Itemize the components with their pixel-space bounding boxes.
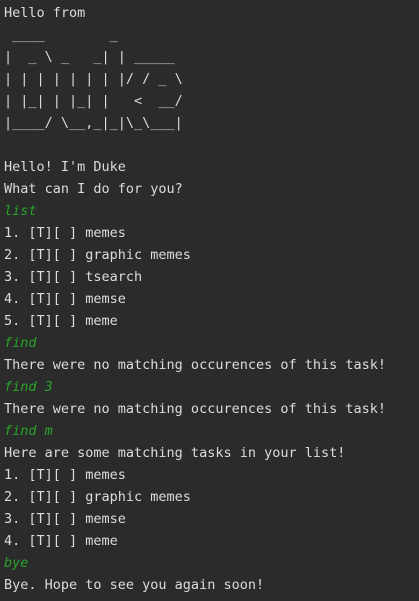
task-line: 1. [T][ ] memes bbox=[4, 467, 126, 483]
console-line: Hello from bbox=[4, 5, 86, 21]
ascii-art-line: | |_| | |_| | < __/ bbox=[4, 93, 183, 109]
user-command: find 3 bbox=[4, 379, 53, 395]
task-line: 1. [T][ ] memes bbox=[4, 225, 126, 241]
ascii-art-line: ____ _ bbox=[4, 27, 183, 43]
task-line: 3. [T][ ] memse bbox=[4, 511, 126, 527]
task-line: 4. [T][ ] memse bbox=[4, 291, 126, 307]
response-line: There were no matching occurences of thi… bbox=[4, 357, 387, 373]
console-output[interactable]: Hello from ____ _ | _ \ _ _| | _____ | |… bbox=[0, 0, 419, 601]
task-line: 4. [T][ ] meme bbox=[4, 533, 118, 549]
user-command: list bbox=[4, 203, 37, 219]
user-command: find bbox=[4, 335, 37, 351]
greeting-line: Hello! I'm Duke bbox=[4, 159, 126, 175]
user-command: find m bbox=[4, 423, 53, 439]
task-line: 3. [T][ ] tsearch bbox=[4, 269, 143, 285]
task-line: 2. [T][ ] graphic memes bbox=[4, 247, 191, 263]
task-line: 5. [T][ ] meme bbox=[4, 313, 118, 329]
response-line: There were no matching occurences of thi… bbox=[4, 401, 387, 417]
user-command: bye bbox=[4, 555, 29, 571]
ascii-art-line: | | | | | | | |/ / _ \ bbox=[4, 71, 183, 87]
farewell-line: Bye. Hope to see you again soon! bbox=[4, 577, 265, 593]
response-line: Here are some matching tasks in your lis… bbox=[4, 445, 346, 461]
ascii-art-line: | _ \ _ _| | _____ bbox=[4, 49, 183, 65]
task-line: 2. [T][ ] graphic memes bbox=[4, 489, 191, 505]
prompt-line: What can I do for you? bbox=[4, 181, 183, 197]
ascii-art-line: |____/ \__,_|_|\_\___| bbox=[4, 115, 183, 131]
